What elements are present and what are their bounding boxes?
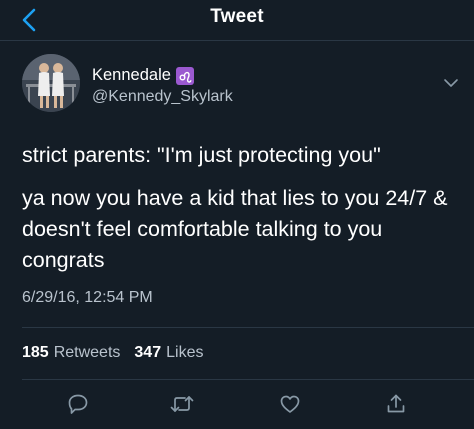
avatar[interactable] xyxy=(22,54,80,112)
tweet-stats: 185 Retweets 347 Likes xyxy=(22,344,203,362)
retweets-count: 185 xyxy=(22,344,49,361)
divider xyxy=(22,327,474,328)
retweet-icon xyxy=(170,396,194,412)
tweet-body: strict parents: "I'm just protecting you… xyxy=(22,140,462,288)
display-name-text: Kennedale xyxy=(92,66,171,84)
more-options-button[interactable] xyxy=(440,72,462,94)
likes-label: Likes xyxy=(166,344,204,361)
retweets-label: Retweets xyxy=(53,344,121,361)
like-button[interactable] xyxy=(276,390,304,418)
share-button[interactable] xyxy=(382,390,410,418)
tweet-timestamp: 6/29/16, 12:54 PM xyxy=(22,289,153,306)
tweet-actions xyxy=(0,380,474,426)
page-title: Tweet xyxy=(210,6,264,27)
leo-zodiac-icon xyxy=(175,66,194,85)
retweets-stat[interactable]: 185 Retweets xyxy=(22,344,120,362)
reply-icon xyxy=(68,394,88,414)
likes-stat[interactable]: 347 Likes xyxy=(134,344,203,362)
display-name[interactable]: Kennedale xyxy=(92,66,194,85)
likes-count: 347 xyxy=(134,344,162,361)
tweet-paragraph: strict parents: "I'm just protecting you… xyxy=(22,143,381,167)
user-handle[interactable]: @Kennedy_Skylark xyxy=(92,88,233,106)
reply-button[interactable] xyxy=(64,390,92,418)
like-icon xyxy=(280,395,300,413)
tweet-header: Kennedale @Kennedy_Skylark xyxy=(22,54,462,114)
share-icon xyxy=(387,394,405,413)
tweet-paragraph: ya now you have a kid that lies to you 2… xyxy=(22,186,448,272)
chevron-down-icon xyxy=(444,79,458,87)
avatar-image xyxy=(22,54,80,112)
retweet-button[interactable] xyxy=(168,390,196,418)
navigation-bar: Tweet xyxy=(0,0,474,41)
